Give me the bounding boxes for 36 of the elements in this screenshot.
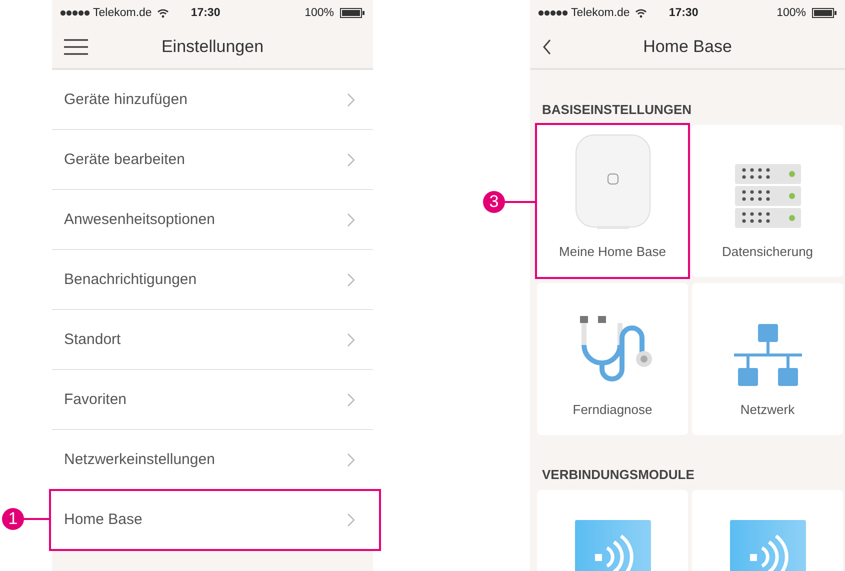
settings-item[interactable]: Anwesenheitsoptionen: [52, 190, 373, 250]
settings-item[interactable]: Home Base: [50, 490, 380, 550]
settings-item[interactable]: Geräte hinzufügen: [52, 70, 373, 130]
item-label: Anwesenheitsoptionen: [64, 211, 215, 228]
settings-tile[interactable]: Meine Home Base: [537, 125, 688, 277]
settings-item[interactable]: Geräte bearbeiten: [52, 130, 373, 190]
section-title: BASISEINSTELLUNGEN: [541, 101, 693, 119]
item-label: Favoriten: [64, 391, 127, 408]
carrier-name: Telekom.de: [93, 7, 152, 19]
screen-title: Home Base: [643, 37, 732, 57]
settings-tile[interactable]: Ferndiagnose: [537, 283, 688, 435]
callout-badge: 3: [483, 191, 505, 213]
item-label: Standort: [64, 331, 121, 348]
settings-item[interactable]: Standort: [52, 310, 373, 370]
settings-tile[interactable]: Netzwerk: [692, 283, 843, 435]
battery-percent: 100%: [304, 7, 334, 19]
section-title: VERBINDUNGSMODULE: [541, 466, 696, 484]
item-label: Benachrichtigungen: [64, 271, 197, 288]
battery-percent: 100%: [776, 7, 806, 19]
item-label: Geräte bearbeiten: [64, 151, 185, 168]
item-label: Geräte hinzufügen: [64, 91, 188, 108]
tile-label: Ferndiagnose: [572, 402, 652, 417]
clock-time: 17:30: [668, 7, 698, 19]
settings-tile[interactable]: Datensicherung: [692, 125, 843, 277]
item-label: Netzwerkeinstellungen: [64, 451, 215, 468]
settings-item[interactable]: Netzwerkeinstellungen: [52, 430, 373, 490]
screen-title: Einstellungen: [161, 37, 264, 57]
settings-item[interactable]: Favoriten: [52, 370, 373, 430]
carrier-name: Telekom.de: [571, 7, 630, 19]
settings-item[interactable]: Benachrichtigungen: [52, 250, 373, 310]
item-label: Home Base: [64, 511, 142, 528]
callout-badge: 1: [2, 508, 24, 530]
tile-label: Meine Home Base: [559, 244, 666, 259]
tile-label: Datensicherung: [722, 244, 814, 259]
tile-label: Netzwerk: [740, 402, 795, 417]
clock-time: 17:30: [190, 7, 220, 19]
